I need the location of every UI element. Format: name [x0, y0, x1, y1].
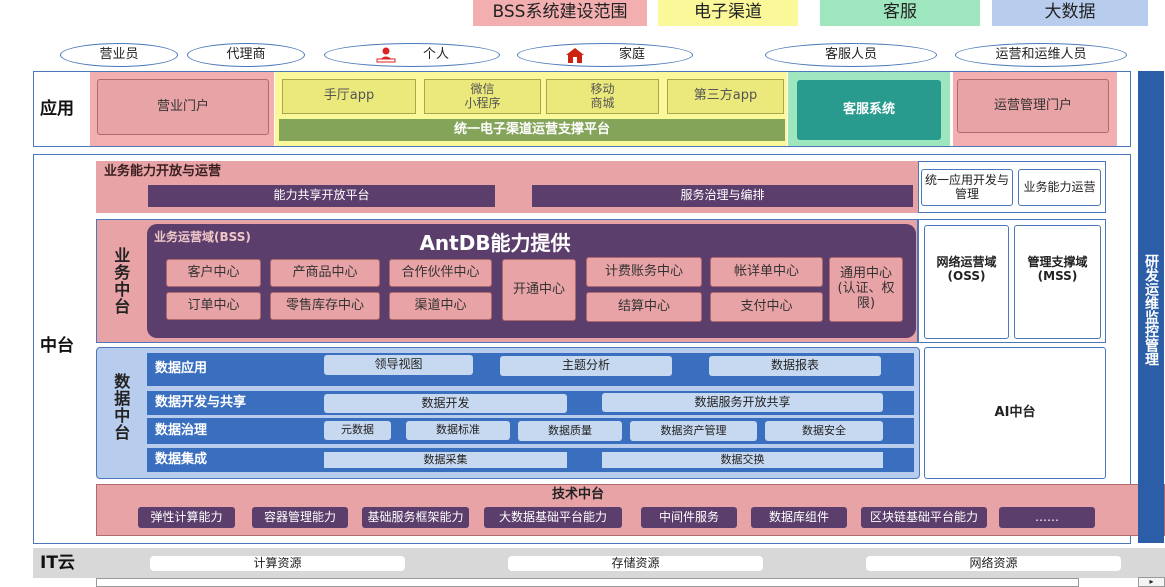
settlement-center: 结算中心 — [586, 292, 702, 322]
it-cloud-label: IT云 — [40, 553, 75, 574]
compute-resources: 计算资源 — [150, 556, 405, 571]
business-middle-label: 业务中台 — [111, 247, 131, 315]
user-agent: 代理商 — [187, 43, 305, 67]
oss-domain: 网络运营域 (OSS) — [924, 225, 1009, 339]
customer-service-system: 客服系统 — [797, 80, 941, 140]
house-icon — [565, 48, 584, 63]
retail-inventory-center: 零售库存中心 — [270, 292, 380, 320]
leader-view: 领导视图 — [324, 355, 473, 375]
payment-center: 支付中心 — [710, 292, 823, 322]
antdb-overlay: AntDB能力提供 — [419, 230, 571, 255]
container-management: 容器管理能力 — [252, 507, 348, 528]
bss-domain-title: 业务运营域(BSS) — [154, 230, 251, 245]
legend-echannel: 电子渠道 — [658, 0, 798, 26]
channel-third-party: 第三方app — [667, 79, 784, 114]
database-components: 数据库组件 — [751, 507, 847, 528]
detail-bill-center: 帐详单中心 — [710, 257, 823, 287]
user-cs-staff: 客服人员 — [765, 43, 937, 67]
channel-mobile-app: 手厅app — [282, 79, 416, 114]
service-governance: 服务治理与编排 — [532, 185, 913, 207]
activation-center: 开通中心 — [502, 259, 576, 321]
middleware-service: 中间件服务 — [641, 507, 737, 528]
app-layer-label: 应用 — [40, 99, 74, 119]
user-individual: 个人 — [324, 43, 500, 67]
service-framework: 基础服务框架能力 — [362, 507, 469, 528]
data-reports: 数据报表 — [709, 356, 881, 376]
data-development: 数据开发 — [324, 394, 567, 413]
blockchain-platform: 区块链基础平台能力 — [861, 507, 987, 528]
elastic-compute: 弹性计算能力 — [138, 507, 235, 528]
data-quality: 数据质量 — [518, 421, 622, 441]
product-center: 产商品中心 — [270, 259, 380, 287]
ai-middle-platform: AI中台 — [924, 347, 1106, 479]
network-resources: 网络资源 — [866, 556, 1121, 571]
general-center: 通用中心 (认证、权 限) — [829, 257, 903, 322]
user-individual-label: 个人 — [422, 46, 449, 62]
more-items: …… — [999, 507, 1095, 528]
user-clerk: 营业员 — [60, 43, 178, 67]
capability-title: 业务能力开放与运营 — [104, 163, 222, 179]
data-middle-label: 数据中台 — [111, 373, 131, 441]
legend-customer-service: 客服 — [820, 0, 980, 26]
scroll-arrow-icon[interactable]: ▸ — [1138, 577, 1165, 587]
user-family-label: 家庭 — [618, 46, 645, 62]
unified-app-dev: 统一应用开发与管理 — [921, 169, 1013, 206]
storage-resources: 存储资源 — [508, 556, 763, 571]
data-collection: 数据采集 — [324, 452, 567, 468]
user-ops-staff: 运营和运维人员 — [955, 43, 1127, 67]
person-icon — [376, 47, 396, 63]
sales-portal: 营业门户 — [97, 79, 269, 135]
devops-monitoring-label: 研发运维监控管理 — [1143, 254, 1160, 366]
data-security: 数据安全 — [765, 421, 883, 441]
metadata: 元数据 — [324, 421, 391, 440]
data-service-sharing: 数据服务开放共享 — [602, 393, 883, 412]
data-standards: 数据标准 — [406, 421, 510, 440]
channel-wechat: 微信 小程序 — [424, 79, 541, 114]
legend-bigdata: 大数据 — [992, 0, 1148, 26]
unified-echannel-platform: 统一电子渠道运营支撑平台 — [279, 119, 785, 141]
data-exchange: 数据交换 — [602, 452, 883, 468]
data-asset-management: 数据资产管理 — [630, 421, 757, 441]
topic-analysis: 主题分析 — [500, 356, 672, 376]
order-center: 订单中心 — [166, 292, 261, 320]
customer-center: 客户中心 — [166, 259, 261, 287]
capability-sharing-platform: 能力共享开放平台 — [148, 185, 495, 207]
channel-center: 渠道中心 — [389, 292, 492, 320]
bigdata-platform: 大数据基础平台能力 — [484, 507, 622, 528]
partner-center: 合作伙伴中心 — [389, 259, 492, 287]
ops-management-portal: 运营管理门户 — [957, 79, 1109, 133]
bottom-strip — [96, 578, 1079, 587]
tech-middle-title: 技术中台 — [551, 487, 604, 503]
business-capability-ops: 业务能力运营 — [1018, 169, 1101, 206]
channel-mobile-mall: 移动 商城 — [546, 79, 659, 114]
legend-bss: BSS系统建设范围 — [473, 0, 647, 26]
mss-domain: 管理支撑域 (MSS) — [1014, 225, 1101, 339]
billing-account-center: 计费账务中心 — [586, 257, 702, 287]
middle-platform-label: 中台 — [40, 336, 74, 356]
user-family: 家庭 — [517, 43, 693, 67]
